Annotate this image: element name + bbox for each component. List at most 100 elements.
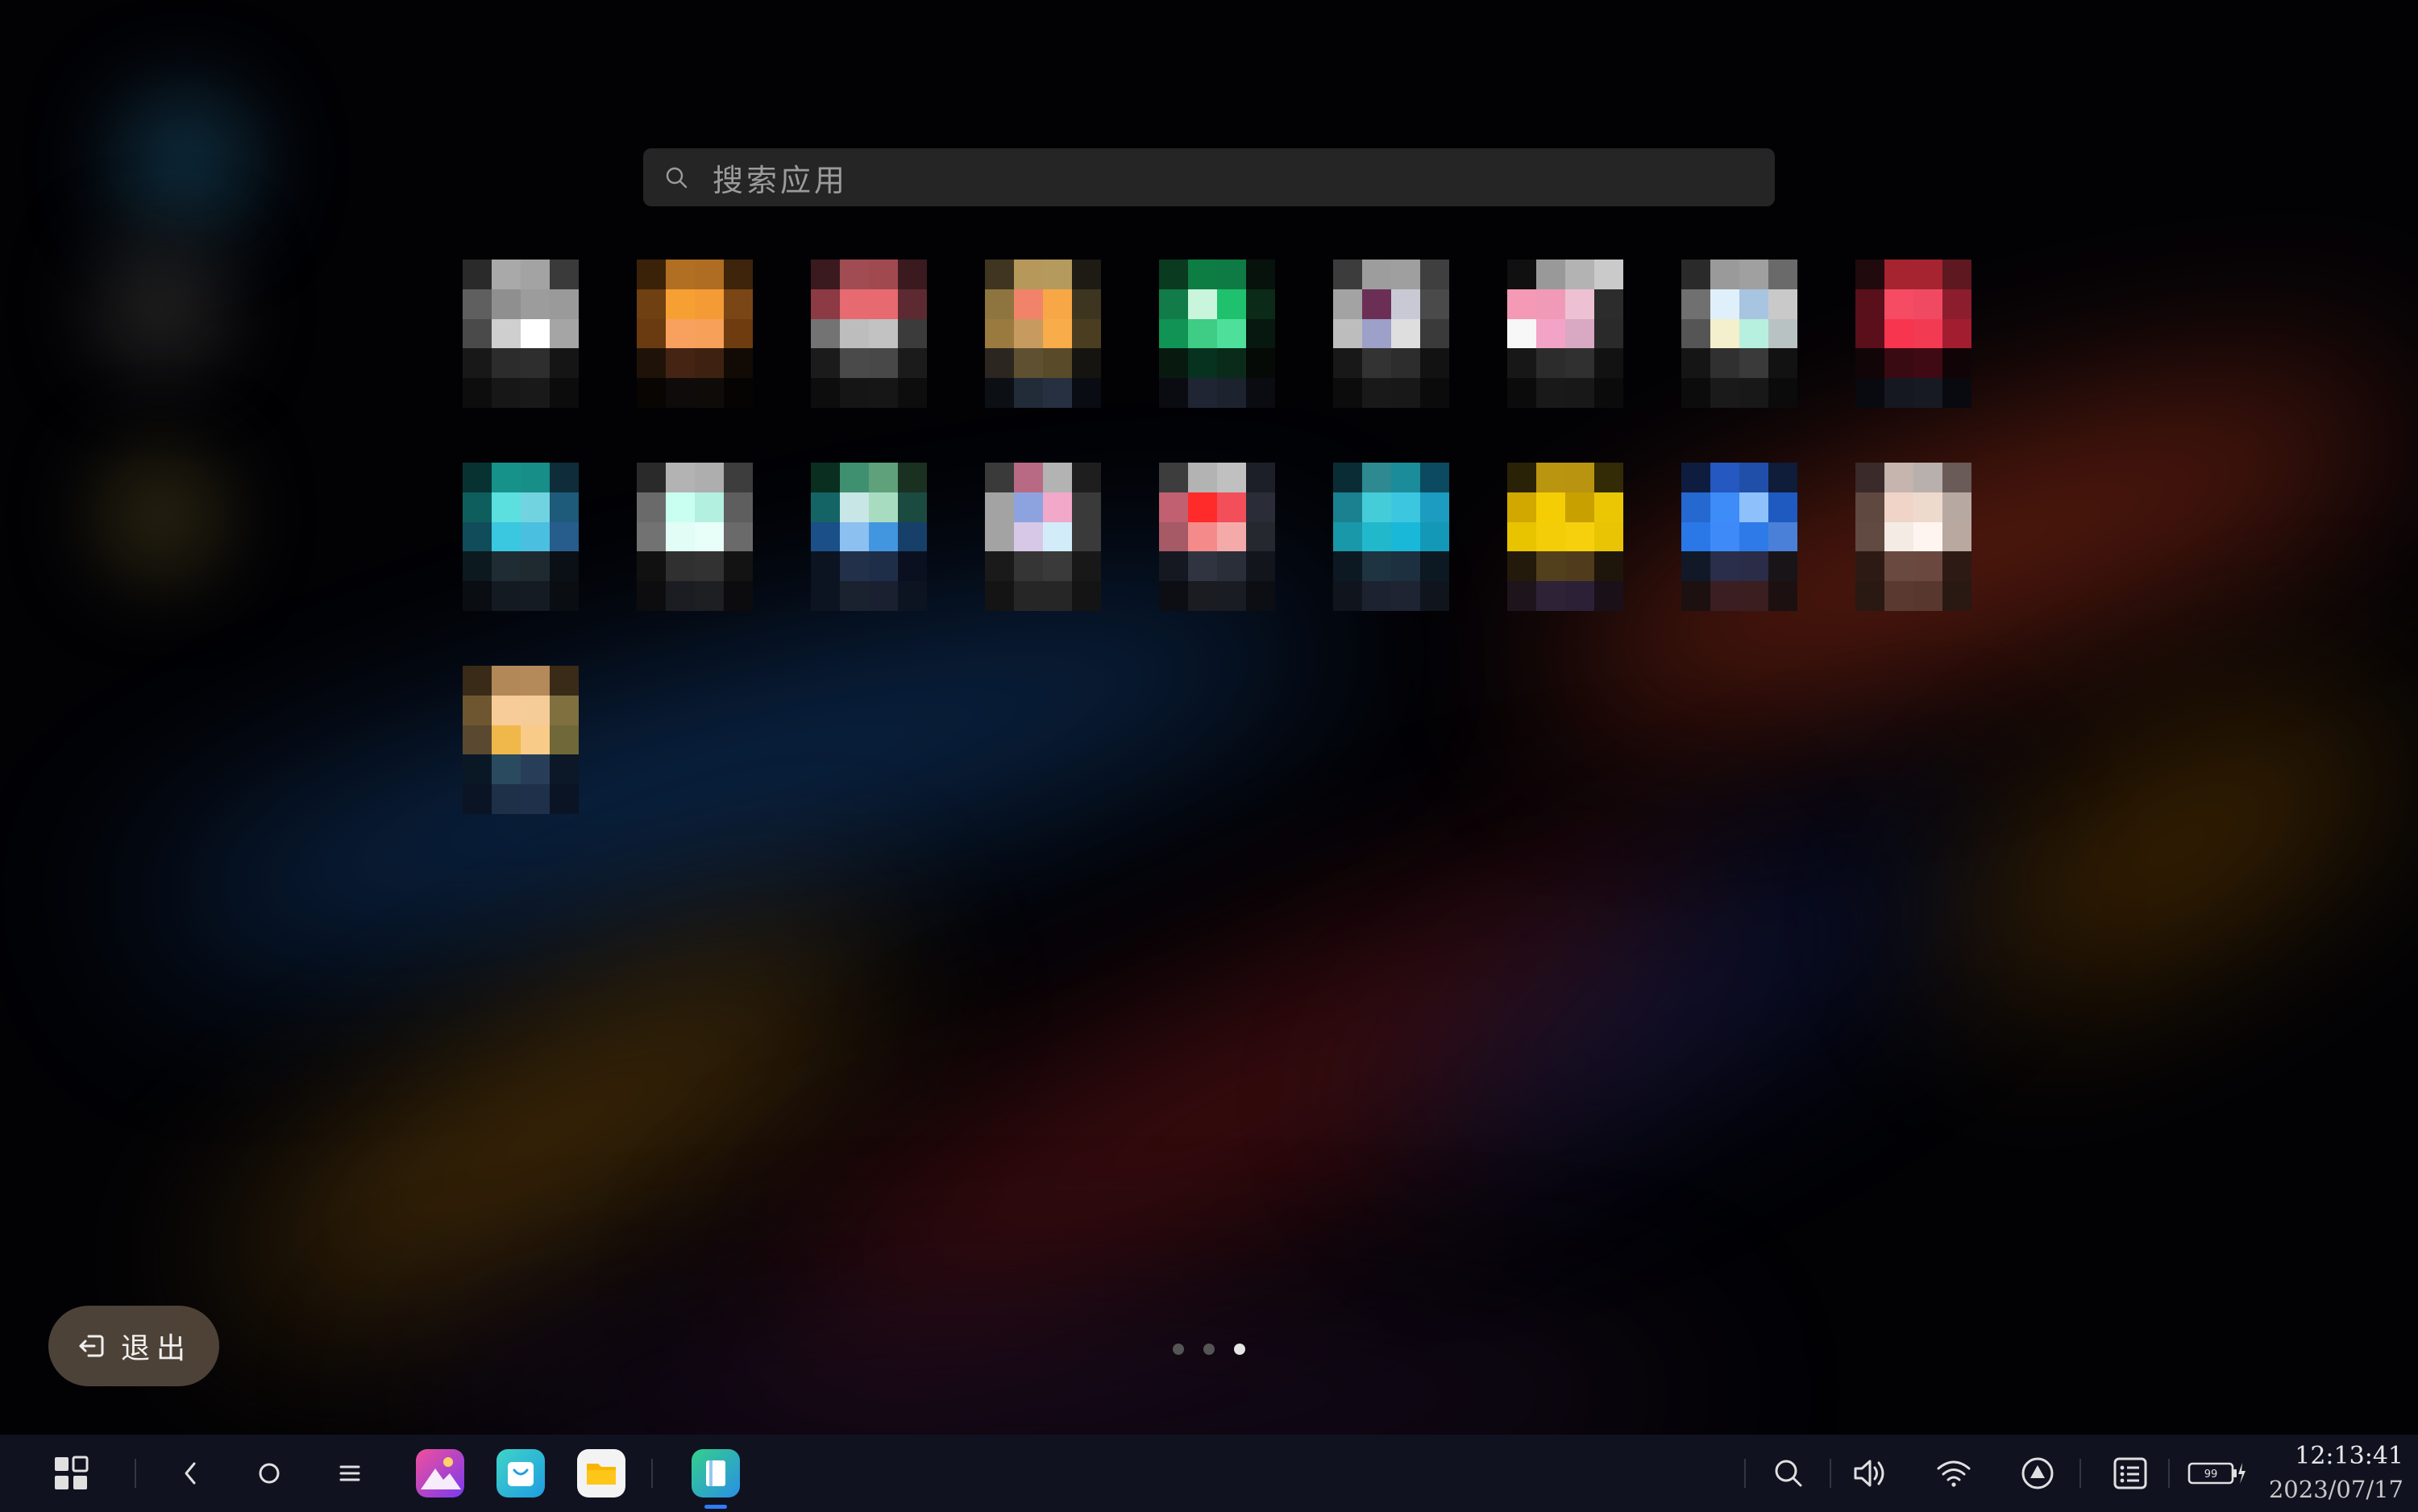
recents-button[interactable] <box>334 1435 366 1512</box>
app-icon-pixel <box>1391 318 1420 349</box>
volume-button[interactable] <box>1851 1435 1891 1512</box>
page-dot[interactable] <box>1234 1344 1245 1355</box>
app-icon-pixel <box>1159 289 1188 319</box>
pinned-app-files[interactable] <box>575 1435 627 1512</box>
app-icon-pixel <box>1855 318 1884 349</box>
battery-charging-icon: 99 <box>2187 1462 2246 1485</box>
list-icon <box>2113 1457 2147 1489</box>
app-icon-pixel <box>1072 289 1101 319</box>
app-icon-pixel <box>1246 318 1275 349</box>
app-icon-tile[interactable] <box>1681 260 1797 408</box>
app-icon-pixel <box>1188 260 1217 289</box>
pinned-app-store[interactable] <box>495 1435 546 1512</box>
app-icon-pixel <box>666 378 695 408</box>
app-icon-pixel <box>1710 463 1739 492</box>
upload-button[interactable] <box>2020 1435 2055 1512</box>
app-icon-pixel <box>463 551 492 582</box>
app-icon-pixel <box>898 289 927 319</box>
app-icon-pixel <box>869 492 898 522</box>
page-dot[interactable] <box>1203 1344 1215 1355</box>
app-icon-pixel <box>1188 581 1217 611</box>
app-icon-tile[interactable] <box>1159 463 1275 611</box>
app-icon-pixel <box>840 289 869 319</box>
app-icon-tile[interactable] <box>1159 260 1275 408</box>
app-icon-tile[interactable] <box>463 260 579 408</box>
app-drawer-button[interactable] <box>50 1435 92 1512</box>
battery-indicator[interactable]: 99 <box>2187 1435 2247 1512</box>
app-icon-pixel <box>1333 318 1362 349</box>
app-icon-tile[interactable] <box>1855 260 1971 408</box>
app-icon-pixel <box>1913 551 1942 582</box>
app-icon-tile[interactable] <box>637 260 753 408</box>
app-icon-pixel <box>1420 551 1449 582</box>
app-icon-tile[interactable] <box>637 463 753 611</box>
app-icon-pixel <box>1594 463 1623 492</box>
clock[interactable]: 12:13:41 2023/07/17 <box>2269 1439 2403 1506</box>
pinned-app-gallery[interactable] <box>414 1435 466 1512</box>
app-icon-pixel <box>985 318 1014 349</box>
app-icon-pixel <box>1768 348 1797 379</box>
app-icon-tile[interactable] <box>985 260 1101 408</box>
app-icon-pixel <box>1681 289 1710 319</box>
app-icon-pixel <box>869 318 898 349</box>
home-button[interactable] <box>253 1435 285 1512</box>
app-icon-pixel <box>695 551 724 582</box>
app-icon-pixel <box>1014 521 1043 552</box>
notifications-button[interactable] <box>2112 1435 2149 1512</box>
wifi-button[interactable] <box>1934 1435 1973 1512</box>
page-dot[interactable] <box>1173 1344 1184 1355</box>
app-icon-pixel <box>1362 348 1391 379</box>
taskbar-search-button[interactable] <box>1770 1435 1807 1512</box>
app-icon-pixel <box>1855 348 1884 379</box>
app-icon-pixel <box>1565 260 1594 289</box>
page-indicator[interactable] <box>1173 1344 1245 1355</box>
app-icon-pixel <box>1217 318 1246 349</box>
app-icon-tile[interactable] <box>1333 260 1449 408</box>
app-icon-pixel <box>1043 289 1072 319</box>
app-icon-pixel <box>1362 581 1391 611</box>
app-icon-pixel <box>1362 378 1391 408</box>
app-icon-pixel <box>550 725 579 755</box>
app-icon-pixel <box>1159 318 1188 349</box>
app-icon-pixel <box>550 521 579 552</box>
app-icon-pixel <box>1681 348 1710 379</box>
app-icon-tile[interactable] <box>1507 260 1623 408</box>
app-icon-pixel <box>1594 260 1623 289</box>
app-icon-pixel <box>1913 260 1942 289</box>
app-icon-pixel <box>1188 463 1217 492</box>
app-icon-pixel <box>1855 521 1884 552</box>
search-input[interactable]: 搜索应用 <box>643 148 1775 206</box>
app-icon-pixel <box>463 378 492 408</box>
app-icon-pixel <box>1072 521 1101 552</box>
app-icon-pixel <box>550 581 579 611</box>
app-icon-pixel <box>492 378 521 408</box>
app-icon-pixel <box>1855 463 1884 492</box>
app-icon-tile[interactable] <box>1681 463 1797 611</box>
app-icon-pixel <box>1739 492 1768 522</box>
app-icon-tile[interactable] <box>1855 463 1971 611</box>
app-icon-tile[interactable] <box>985 463 1101 611</box>
app-icon-pixel <box>1507 492 1536 522</box>
app-icon-tile[interactable] <box>463 666 579 814</box>
app-icon-pixel <box>1072 492 1101 522</box>
app-icon-pixel <box>695 318 724 349</box>
app-icon-tile[interactable] <box>811 260 927 408</box>
app-icon-pixel <box>550 666 579 696</box>
app-icon-pixel <box>1420 581 1449 611</box>
back-button[interactable] <box>174 1435 206 1512</box>
app-icon-pixel <box>985 551 1014 582</box>
app-icon-tile[interactable] <box>1333 463 1449 611</box>
app-icon-pixel <box>811 521 840 552</box>
app-icon-pixel <box>1043 581 1072 611</box>
app-icon-tile[interactable] <box>463 463 579 611</box>
app-icon-pixel <box>1507 581 1536 611</box>
running-app-notes[interactable] <box>690 1435 742 1512</box>
app-icon-tile[interactable] <box>811 463 927 611</box>
app-icon-tile[interactable] <box>1507 463 1623 611</box>
app-icon-pixel <box>1565 318 1594 349</box>
app-icon-pixel <box>1855 492 1884 522</box>
app-icon-pixel <box>1507 260 1536 289</box>
app-icon-pixel <box>1159 551 1188 582</box>
app-icon-pixel <box>1217 492 1246 522</box>
exit-button[interactable]: 退出 <box>48 1306 219 1386</box>
